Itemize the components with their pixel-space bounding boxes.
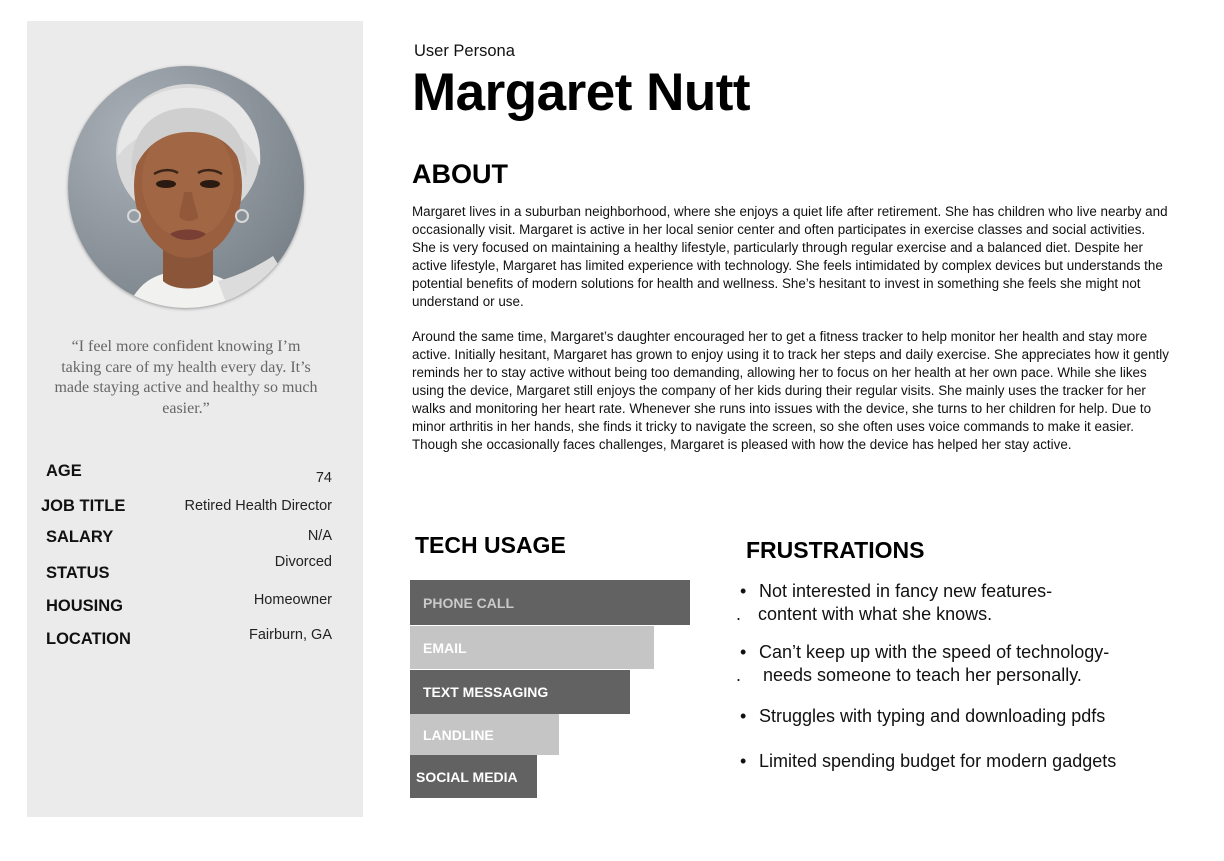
persona-name: Margaret Nutt: [412, 63, 751, 122]
fact-value-salary: N/A: [307, 528, 332, 544]
frustration-item: • Can’t keep up with the speed of technol…: [736, 642, 1110, 685]
frustration-item: • Not interested in fancy new features- .…: [736, 581, 1053, 624]
fact-value-job-title: Retired Health Director: [184, 498, 332, 514]
frustrations-heading: FRUSTRATIONS: [746, 537, 925, 563]
tech-usage-bar: SOCIAL MEDIA: [410, 755, 537, 798]
fact-label-location: LOCATION: [46, 630, 131, 648]
tech-usage-bar: EMAIL: [410, 626, 654, 669]
bullet-icon: •: [740, 581, 747, 601]
tech-usage-heading: TECH USAGE: [415, 532, 566, 558]
bullet-icon: •: [740, 706, 747, 726]
fact-label-job-title: JOB TITLE: [41, 497, 126, 515]
frustration-item: • Struggles with typing and downloading p…: [740, 706, 1106, 726]
bullet-icon: •: [740, 751, 747, 771]
fact-label-housing: HOUSING: [46, 597, 124, 615]
page-kicker: User Persona: [414, 42, 515, 60]
fact-value-age: 74: [315, 470, 332, 486]
tech-usage-bar-label: LANDLINE: [423, 726, 494, 743]
persona-quote: “I feel more confident knowing I’m takin…: [54, 338, 318, 417]
persona-photo: [68, 66, 304, 308]
fact-value-location: Fairburn, GA: [249, 627, 332, 643]
about-heading: ABOUT: [412, 159, 508, 189]
frustration-continuation: . content with what she knows.: [736, 604, 993, 624]
fact-label-status: STATUS: [46, 564, 110, 582]
bullet-icon: •: [740, 642, 747, 662]
about-paragraph: Margaret lives in a suburban neighborhoo…: [412, 204, 1168, 309]
tech-usage-bar-label: EMAIL: [423, 639, 467, 656]
tech-usage-bar-label: PHONE CALL: [423, 594, 514, 611]
portrait-illustration: [116, 84, 304, 308]
fact-label-age: AGE: [46, 462, 82, 480]
fact-label-salary: SALARY: [46, 528, 114, 546]
about-text: Margaret lives in a suburban neighborhoo…: [412, 203, 1172, 472]
tech-usage-bar: TEXT MESSAGING: [410, 670, 630, 714]
about-paragraph: Around the same time, Margaret’s daughte…: [412, 329, 1169, 452]
tech-usage-bar-label: SOCIAL MEDIA: [416, 768, 518, 785]
frustration-continuation: . needs someone to teach her personally.: [736, 665, 1082, 685]
tech-usage-bar-label: TEXT MESSAGING: [423, 684, 549, 700]
frustration-item: • Limited spending budget for modern gadg…: [740, 751, 1117, 771]
fact-value-status: Divorced: [274, 554, 332, 570]
fact-value-housing: Homeowner: [253, 592, 332, 608]
tech-usage-bar: PHONE CALL: [410, 580, 690, 625]
tech-usage-bar: LANDLINE: [410, 714, 559, 755]
